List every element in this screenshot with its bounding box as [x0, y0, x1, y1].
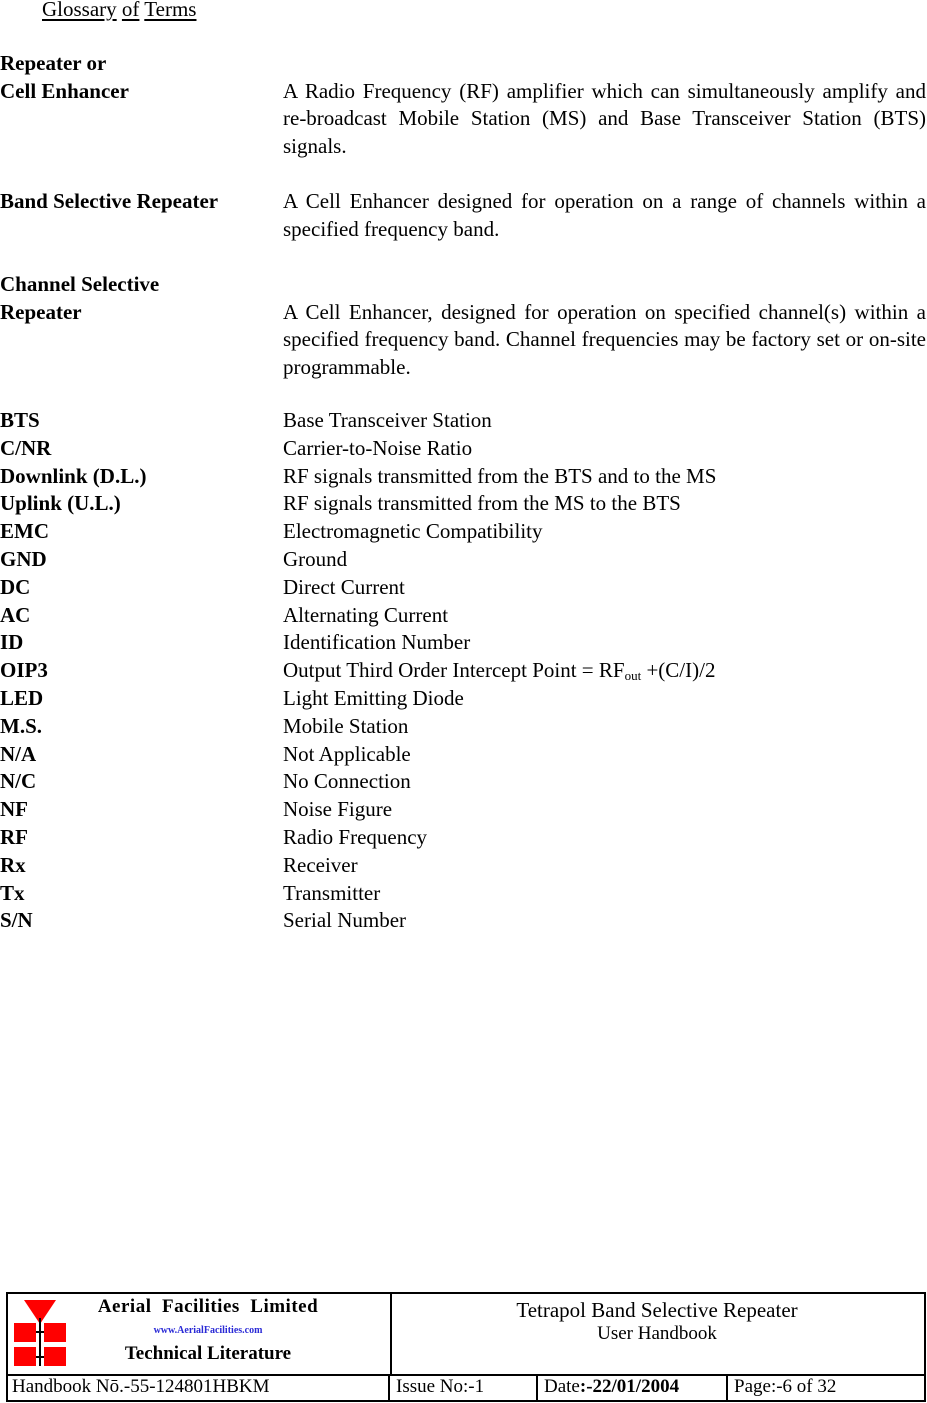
document-subtitle: User Handbook [597, 1323, 717, 1344]
title-word: of [121, 0, 140, 21]
abbreviation-meaning: RF signals transmitted from the MS to th… [283, 491, 681, 516]
abbreviation-row: AC Alternating Current [0, 602, 927, 630]
abbreviation-row: Uplink (U.L.) RF signals transmitted from… [0, 490, 927, 518]
definition-term: Band Selective Repeater [0, 188, 218, 216]
term-line: Cell Enhancer [0, 78, 129, 103]
document-title-block: Tetrapol Band Selective Repeater User Ha… [390, 1294, 924, 1374]
abbreviation-row: DC Direct Current [0, 574, 927, 602]
meaning-prefix: Output Third Order Intercept Point = RF [283, 658, 625, 683]
abbreviation-meaning: Electromagnetic Compatibility [283, 519, 543, 544]
page-title: Glossary of Terms [42, 0, 196, 21]
abbreviation-meaning: Alternating Current [283, 602, 449, 627]
abbreviation-row: LED Light Emitting Diode [0, 685, 927, 713]
term-line: Repeater [0, 299, 82, 324]
abbreviation-row: OIP3 Output Third Order Intercept Point =… [0, 657, 927, 685]
date-label: Date [544, 1376, 580, 1397]
abbreviation: BTS [0, 408, 40, 432]
definition-text: A Cell Enhancer, designed for operation … [283, 299, 926, 379]
abbreviation: M.S. [0, 713, 42, 738]
company-tagline: Technical Literature [124, 1343, 292, 1364]
abbreviation-row: N/C No Connection [0, 768, 927, 796]
title-word: Glossary [42, 0, 117, 21]
company-name: Aerial Facilities Limited [97, 1296, 319, 1317]
abbreviation: N/A [0, 741, 37, 766]
meaning-suffix: +(C/I)/2 [641, 658, 716, 683]
abbreviation: DC [0, 574, 31, 599]
company-logo-block: Aerial Facilities Limited www.AerialFaci… [8, 1294, 392, 1374]
page-value: :-6 of 32 [770, 1376, 837, 1397]
definition-term: Channel Selective Repeater [0, 271, 159, 326]
abbreviation-meaning: Receiver [283, 852, 358, 877]
abbreviation: Downlink (D.L.) [0, 463, 147, 488]
abbreviation-meaning: No Connection [283, 769, 411, 794]
abbreviation-row: C/NR Carrier-to-Noise Ratio [0, 435, 927, 463]
abbreviation-meaning: Carrier-to-Noise Ratio [283, 435, 473, 460]
abbreviation: N/C [0, 769, 37, 794]
meaning-subscript: out [624, 668, 642, 684]
issue-number: Issue No:-1 [390, 1374, 538, 1400]
abbreviation-meaning: Serial Number [283, 908, 407, 933]
abbreviation-meaning: Radio Frequency [283, 824, 428, 849]
aerial-facilities-logo-icon [14, 1300, 66, 1366]
abbreviation: ID [0, 630, 24, 655]
abbreviation-meaning: Noise Figure [283, 797, 393, 822]
abbreviation-row: M.S. Mobile Station [0, 713, 927, 741]
definition-term: Repeater or Cell Enhancer [0, 50, 129, 105]
term-line: Repeater or [0, 51, 107, 75]
definition-text: A Cell Enhancer designed for operation o… [283, 189, 926, 241]
abbreviation-row: NF Noise Figure [0, 796, 927, 824]
abbreviation: Uplink (U.L.) [0, 491, 121, 516]
abbreviation-row: EMC Electromagnetic Compatibility [0, 518, 927, 546]
page-footer: Aerial Facilities Limited www.AerialFaci… [6, 1292, 926, 1402]
document-title: Tetrapol Band Selective Repeater [516, 1298, 798, 1322]
definition-text: A Radio Frequency (RF) amplifier which c… [283, 78, 926, 158]
abbreviation: RF [0, 824, 28, 849]
abbreviation-row: BTS Base Transceiver Station [0, 407, 927, 435]
date-value: :-22/01/2004 [579, 1376, 680, 1397]
abbreviation-row: Downlink (D.L.) RF signals transmitted fr… [0, 463, 927, 491]
abbreviation-meaning: Ground [283, 546, 348, 571]
abbreviation-meaning: Mobile Station [283, 713, 409, 738]
page-label: Page [734, 1376, 771, 1397]
title-word: Terms [144, 0, 197, 21]
abbreviation: S/N [0, 908, 33, 933]
abbreviation: Tx [0, 880, 25, 905]
abbreviation: NF [0, 797, 28, 822]
abbreviation-meaning: Light Emitting Diode [283, 685, 464, 710]
term-line: Band Selective Repeater [0, 189, 219, 213]
abbreviation: EMC [0, 519, 49, 544]
abbreviation-meaning: Base Transceiver Station [283, 408, 492, 432]
abbreviation: AC [0, 602, 31, 627]
abbreviation: Rx [0, 852, 26, 877]
abbreviation: GND [0, 546, 47, 571]
abbreviation-meaning: Direct Current [283, 574, 405, 599]
abbreviation-list: BTS Base Transceiver Station C/NR Carrier-… [0, 407, 927, 935]
abbreviation-row: Tx Transmitter [0, 880, 927, 908]
page-number: Page:-6 of 32 [728, 1374, 924, 1400]
abbreviation-meaning: Output Third Order Intercept Point = RFo… [283, 657, 715, 685]
abbreviation-row: RF Radio Frequency [0, 824, 927, 852]
abbreviation-meaning: Identification Number [283, 630, 471, 655]
term-line: Channel Selective [0, 272, 160, 296]
abbreviation-row: N/A Not Applicable [0, 741, 927, 769]
abbreviation-row: Rx Receiver [0, 852, 927, 880]
handbook-number: Handbook Nō.-55-124801HBKM [8, 1374, 390, 1400]
footer-bottom-row: Handbook Nō.-55-124801HBKM Issue No:-1 D… [8, 1374, 924, 1400]
abbreviation-row: GND Ground [0, 546, 927, 574]
abbreviation: OIP3 [0, 658, 48, 683]
abbreviation-meaning: Not Applicable [283, 741, 411, 766]
abbreviation-row: S/N Serial Number [0, 907, 927, 935]
abbreviation: C/NR [0, 435, 52, 460]
abbreviation-meaning: Transmitter [283, 880, 381, 905]
abbreviation-meaning: RF signals transmitted from the BTS and … [283, 463, 717, 488]
issue-date: Date:-22/01/2004 [538, 1374, 728, 1400]
abbreviation: LED [0, 685, 44, 710]
footer-top-row: Aerial Facilities Limited www.AerialFaci… [8, 1294, 924, 1376]
abbreviation-row: ID Identification Number [0, 629, 927, 657]
company-url: www.AerialFacilities.com [153, 1325, 263, 1336]
